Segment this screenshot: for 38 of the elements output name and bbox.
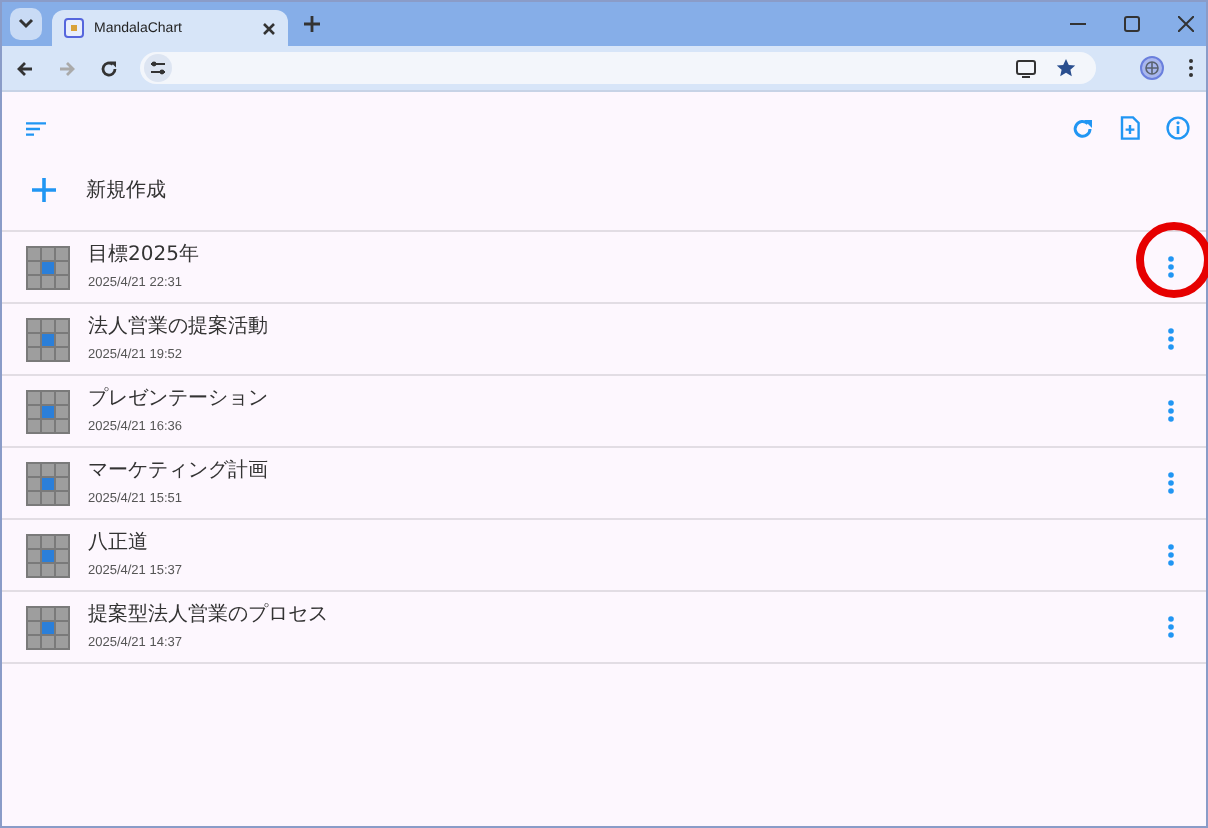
close-icon[interactable]	[262, 21, 276, 35]
chevron-down-icon	[18, 18, 34, 30]
maximize-icon[interactable]	[1124, 16, 1140, 32]
chart-title: 法人営業の提案活動	[88, 315, 270, 339]
grid-icon	[26, 317, 70, 361]
new-chart-button[interactable]: 新規作成	[2, 150, 1206, 230]
chart-title: 目標2025年	[88, 243, 201, 267]
info-icon[interactable]	[1166, 116, 1190, 140]
grid-icon	[26, 245, 70, 289]
tab-list-button[interactable]	[10, 8, 42, 40]
more-vertical-icon	[1168, 616, 1174, 638]
grid-icon	[26, 461, 70, 505]
chart-title: マーケティング計画	[88, 459, 270, 483]
more-vertical-icon	[1168, 328, 1174, 350]
more-vertical-icon	[1168, 256, 1174, 278]
star-icon[interactable]	[1056, 58, 1076, 78]
back-icon[interactable]	[16, 59, 34, 77]
file-add-icon[interactable]	[1120, 116, 1140, 140]
chart-title: 提案型法人営業のプロセス	[88, 603, 330, 627]
new-tab-icon[interactable]	[304, 16, 320, 32]
close-icon[interactable]	[1178, 16, 1194, 32]
grid-icon	[26, 533, 70, 577]
more-vertical-icon	[1168, 400, 1174, 422]
profile-icon[interactable]	[1140, 56, 1164, 80]
more-vertical-icon	[1168, 544, 1174, 566]
grid-icon	[26, 605, 70, 649]
sort-icon[interactable]	[26, 121, 46, 135]
site-settings-icon[interactable]	[144, 54, 172, 82]
grid-icon	[64, 18, 84, 38]
chart-title: 八正道	[88, 531, 150, 555]
plus-icon	[32, 178, 56, 202]
chart-title: プレゼンテーション	[88, 387, 270, 411]
more-vertical-icon	[1168, 472, 1174, 494]
grid-icon	[26, 389, 70, 433]
reload-icon[interactable]	[100, 59, 118, 77]
refresh-icon[interactable]	[1072, 117, 1094, 139]
cast-icon[interactable]	[1016, 59, 1036, 77]
menu-icon[interactable]	[1188, 58, 1194, 78]
